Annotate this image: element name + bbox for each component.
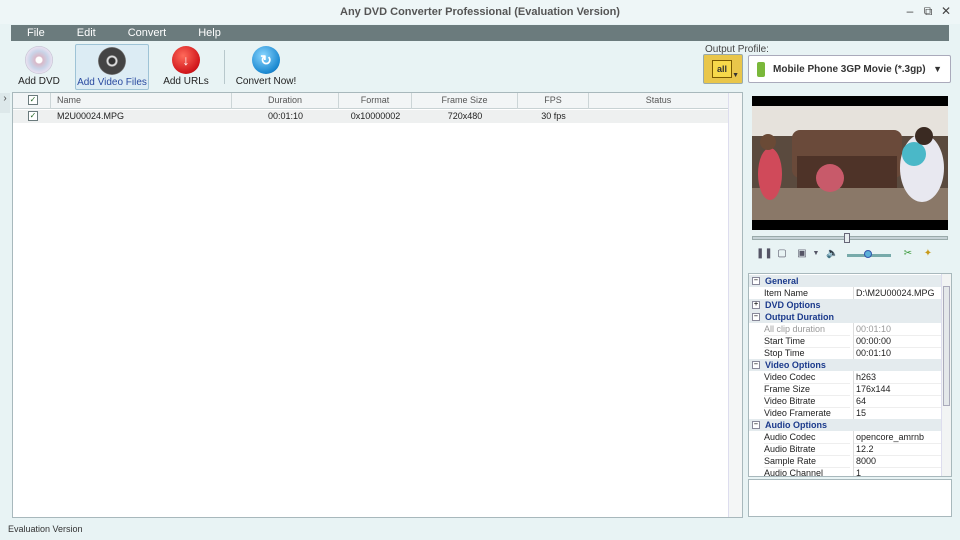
- scissors-icon[interactable]: ✂: [902, 248, 914, 260]
- player-controls: ❚❚ ▢ ▣ ▼ 🔈 ✂ ✦: [752, 246, 948, 264]
- status-text: Evaluation Version: [8, 524, 83, 534]
- properties-panel: – General Item Name D:\M2U00024.MPG + DV…: [748, 273, 952, 477]
- prop-stop-time[interactable]: Stop Time 00:01:10: [749, 347, 941, 360]
- output-profile-select[interactable]: Mobile Phone 3GP Movie (*.3gp) ▼: [748, 55, 951, 83]
- prop-start-time[interactable]: Start Time 00:00:00: [749, 335, 941, 348]
- convert-now-button[interactable]: ↻ Convert Now!: [234, 44, 298, 90]
- collapse-icon[interactable]: –: [752, 421, 760, 429]
- prop-audio-codec[interactable]: Audio Codec opencore_amrnb: [749, 431, 941, 444]
- prop-audio-bitrate[interactable]: Audio Bitrate 12.2: [749, 443, 941, 456]
- properties-scrollbar[interactable]: [941, 274, 951, 476]
- select-all-checkbox[interactable]: ✓: [28, 95, 38, 105]
- video-preview: [752, 96, 948, 230]
- mobile-phone-icon: [757, 62, 765, 77]
- menu-file[interactable]: File: [11, 25, 61, 41]
- file-list-scrollbar[interactable]: [728, 93, 742, 517]
- pause-icon[interactable]: ❚❚: [756, 248, 773, 260]
- property-description-box: [748, 479, 952, 517]
- close-icon[interactable]: ✕: [940, 3, 952, 19]
- prop-all-clip-duration: All clip duration 00:01:10: [749, 323, 941, 336]
- menu-convert[interactable]: Convert: [112, 25, 183, 41]
- add-video-files-button[interactable]: Add Video Files: [75, 44, 149, 90]
- volume-icon[interactable]: 🔈: [826, 248, 838, 260]
- title-bar: Any DVD Converter Professional (Evaluati…: [0, 0, 960, 24]
- group-audio-options[interactable]: – Audio Options: [749, 419, 941, 431]
- output-profile-value: Mobile Phone 3GP Movie (*.3gp): [773, 64, 926, 75]
- window-title: Any DVD Converter Professional (Evaluati…: [340, 6, 620, 18]
- disc-icon: [25, 46, 53, 74]
- column-frame-size[interactable]: Frame Size: [412, 93, 518, 109]
- stop-icon[interactable]: ▢: [776, 248, 788, 260]
- prop-audio-channel[interactable]: Audio Channel 1: [749, 467, 941, 476]
- restore-icon[interactable]: ⧉: [922, 3, 934, 19]
- menu-bar: File Edit Convert Help: [11, 25, 949, 41]
- collapse-icon[interactable]: –: [752, 277, 760, 285]
- collapse-icon[interactable]: –: [752, 313, 760, 321]
- row-format: 0x10000002: [350, 111, 401, 121]
- toolbar-separator: [224, 50, 225, 84]
- table-row[interactable]: ✓ M2U00024.MPG 00:01:10 0x10000002 720x4…: [13, 110, 729, 123]
- menu-help[interactable]: Help: [182, 25, 237, 41]
- minimize-icon[interactable]: –: [904, 3, 916, 19]
- download-icon: ↓: [172, 46, 200, 74]
- seek-track: [752, 236, 948, 240]
- file-list: ✓ Name Duration Format Frame Size FPS St…: [12, 92, 743, 518]
- column-status[interactable]: Status: [589, 93, 729, 109]
- column-name[interactable]: Name: [51, 93, 232, 109]
- prop-video-bitrate[interactable]: Video Bitrate 64: [749, 395, 941, 408]
- convert-icon: ↻: [252, 46, 280, 74]
- prop-video-framerate[interactable]: Video Framerate 15: [749, 407, 941, 420]
- group-general[interactable]: – General: [749, 275, 941, 287]
- row-checkbox[interactable]: ✓: [28, 111, 38, 121]
- video-frame: [752, 96, 948, 230]
- group-output-duration[interactable]: – Output Duration: [749, 311, 941, 323]
- profile-category-button[interactable]: all ▼: [703, 54, 743, 84]
- column-format[interactable]: Format: [339, 93, 412, 109]
- expand-icon[interactable]: +: [752, 301, 760, 309]
- prop-frame-size[interactable]: Frame Size 176x144: [749, 383, 941, 396]
- film-reel-icon: [98, 47, 126, 75]
- magic-wand-icon[interactable]: ✦: [922, 248, 934, 260]
- add-dvd-button[interactable]: Add DVD: [14, 44, 64, 90]
- prop-item-name[interactable]: Item Name D:\M2U00024.MPG: [749, 287, 941, 300]
- chevron-down-icon[interactable]: ▼: [810, 248, 822, 260]
- row-duration: 00:01:10: [267, 111, 304, 121]
- all-profiles-label: all: [712, 60, 732, 78]
- snapshot-icon[interactable]: ▣: [796, 248, 808, 260]
- row-fps: 30 fps: [541, 111, 566, 121]
- menu-edit[interactable]: Edit: [61, 25, 112, 41]
- volume-knob[interactable]: [864, 250, 872, 258]
- chevron-down-icon: ▼: [732, 72, 739, 79]
- column-fps[interactable]: FPS: [518, 93, 589, 109]
- prop-sample-rate[interactable]: Sample Rate 8000: [749, 455, 941, 468]
- add-urls-button[interactable]: ↓ Add URLs: [160, 44, 212, 90]
- properties-scroll-thumb[interactable]: [943, 286, 950, 406]
- row-name: M2U00024.MPG: [57, 111, 125, 121]
- prop-video-codec[interactable]: Video Codec h263: [749, 371, 941, 384]
- panel-toggle-icon[interactable]: ›: [0, 93, 10, 113]
- row-frame-size: 720x480: [447, 111, 483, 121]
- seek-bar[interactable]: [752, 233, 948, 243]
- chevron-down-icon: ▼: [933, 64, 942, 74]
- collapse-icon[interactable]: –: [752, 361, 760, 369]
- column-duration[interactable]: Duration: [232, 93, 339, 109]
- group-video-options[interactable]: – Video Options: [749, 359, 941, 371]
- group-dvd-options[interactable]: + DVD Options: [749, 299, 941, 311]
- file-list-header: ✓ Name Duration Format Frame Size FPS St…: [13, 93, 742, 109]
- select-all-column: ✓: [13, 93, 51, 109]
- seek-thumb[interactable]: [844, 233, 850, 243]
